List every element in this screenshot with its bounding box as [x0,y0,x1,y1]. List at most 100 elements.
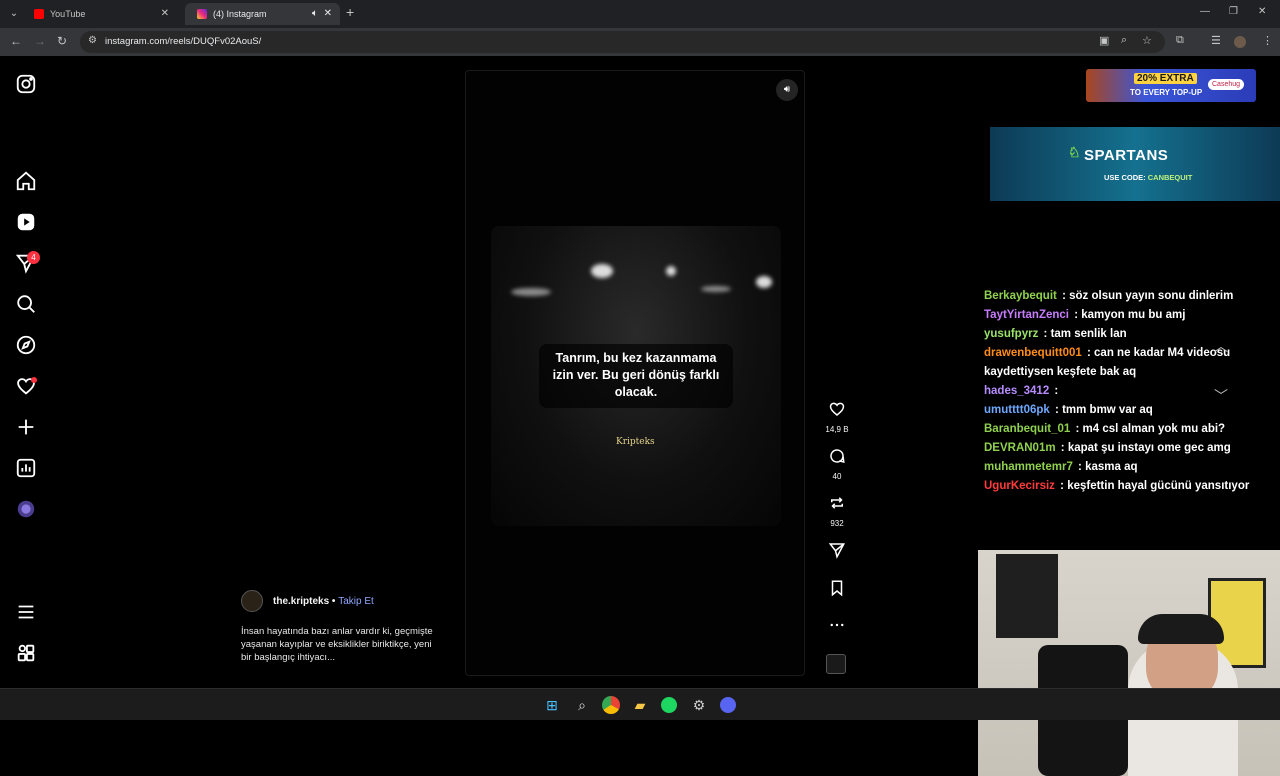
save-button[interactable] [822,579,852,602]
chat-text: m4 csl alman yok mu abi? [1082,423,1226,435]
zoom-icon[interactable]: ⌕ [1121,34,1127,47]
tab-search-button[interactable]: ⌄ [6,6,22,22]
reload-button[interactable]: ↻ [57,34,67,48]
file-explorer-icon[interactable]: ▰ [631,696,649,714]
create-plus-icon[interactable] [15,416,37,438]
explore-icon[interactable] [15,334,37,356]
chat-text: söz olsun yayın sonu dinlerim [1069,290,1234,302]
like-count: 14,9 B [825,425,849,434]
street-light [701,286,731,292]
scroll-up-icon[interactable]: ︿ [1214,336,1228,356]
chat-username[interactable]: Berkaybequit [984,290,1057,302]
audio-track-thumbnail[interactable] [826,654,846,674]
messages-badge: 4 [27,251,40,264]
author-avatar[interactable] [241,590,263,612]
chrome-icon[interactable] [602,696,620,714]
repost-count: 932 [830,519,844,528]
chat-separator: : [1074,309,1079,321]
share-button[interactable] [822,541,852,564]
send-icon [828,543,845,559]
ad-subline: TO EVERY TOP-UP [1130,88,1203,97]
video-watermark: Kripteks [616,437,655,447]
bookmark-star-icon[interactable]: ☆ [1142,34,1152,47]
scroll-down-icon[interactable]: ﹀ [1214,386,1228,406]
dashboard-icon[interactable] [15,457,37,479]
chat-username[interactable]: TaytYirtanZenci [984,309,1069,321]
instagram-logo-icon[interactable] [15,73,37,95]
webcam-poster [996,554,1058,638]
chat-text: kapat şu instayı ome gec amg [1067,442,1231,454]
sponsor-code-value: CANBEQUIT [1147,173,1193,182]
new-tab-button[interactable]: + [346,4,354,20]
reels-icon[interactable] [15,211,37,233]
windows-taskbar: ⊞ ⌕ ▰ ⚙︎ [0,688,1280,720]
toolbar: ← → ↻ ⚙︎ instagram.com/reels/DUQFv02AouS… [0,28,1280,56]
chat-message: DEVRAN01m : kapat şu instayı ome gec amg [984,439,1264,458]
forward-button[interactable]: → [34,34,46,48]
chat-message: Baranbequit_01 : m4 csl alman yok mu abi… [984,420,1264,439]
profile-avatar[interactable] [1234,36,1246,48]
minimize-button[interactable]: — [1200,6,1210,17]
chat-username[interactable]: UgurKecirsiz [984,480,1055,492]
street-light [756,276,772,288]
audio-toggle-button[interactable]: 🔊︎ [776,79,798,101]
tab-title: (4) Instagram [213,9,267,19]
chat-separator: : [1075,423,1080,435]
chat-separator: : [1062,290,1066,302]
comment-icon [830,449,845,463]
chat-username[interactable]: muhammetemr7 [984,461,1073,473]
profile-avatar-icon[interactable] [15,498,37,520]
instagram-page: 4 Tanrım, bu kez kazanmama izin ver. Bu … [0,56,1280,776]
kebab-menu-icon[interactable]: ⋮ [1262,34,1273,47]
more-menu-icon[interactable] [15,601,37,623]
more-options-button[interactable] [822,616,852,639]
chat-username[interactable]: umutttt06pk [984,404,1050,416]
webcam-overlay [978,550,1280,776]
tab-instagram[interactable]: (4) Instagram ✕ 🔈︎ [185,3,340,25]
close-tab-icon[interactable]: ✕ [324,3,332,25]
comment-count: 40 [832,472,842,481]
comment-button[interactable]: 40 [822,447,852,481]
site-info-icon[interactable]: ⚙︎ [88,35,97,46]
steam-icon[interactable]: ⚙︎ [690,696,708,714]
chat-text: keşfettin hayal gücünü yansıtıyor [1067,480,1250,492]
speaker-icon[interactable]: 🔈︎ [312,3,318,25]
chat-text: kasma aq [1085,461,1138,473]
chat-text: tmm bmw var aq [1062,404,1153,416]
close-window-button[interactable]: ✕ [1258,6,1266,17]
close-tab-icon[interactable]: ✕ [161,3,169,25]
chat-username[interactable]: hades_3412 [984,385,1049,397]
address-bar[interactable]: ⚙︎ instagram.com/reels/DUQFv02AouS/ [80,31,1165,53]
search-icon[interactable]: ⌕ [573,696,591,714]
chat-username[interactable]: drawenbequitt001 [984,347,1082,359]
like-button[interactable]: 14,9 B [822,400,852,434]
search-icon[interactable] [15,293,37,315]
chat-username[interactable]: Baranbequit_01 [984,423,1070,435]
discord-icon[interactable] [720,697,736,713]
chat-separator: : [1054,385,1059,397]
chat-separator: : [1078,461,1082,473]
tab-groups-icon[interactable]: ☰ [1211,34,1221,47]
ad-headline: 20% EXTRA [1134,73,1197,84]
also-from-meta-icon[interactable] [15,642,37,664]
chat-separator: : [1060,480,1064,492]
back-button[interactable]: ← [10,34,22,48]
author-username[interactable]: the.kripteks [273,596,329,607]
home-icon[interactable] [15,170,37,192]
chat-separator: : [1055,404,1059,416]
reel-description[interactable]: İnsan hayatında bazı anlar vardır ki, ge… [241,625,436,664]
spotify-icon[interactable] [661,697,677,713]
repost-button[interactable]: 932 [822,494,852,528]
follow-button[interactable]: Takip Et [338,596,374,607]
sponsor-banner-casehug: 20% EXTRA TO EVERY TOP-UP Casehug [1086,69,1256,102]
reel-video[interactable]: Tanrım, bu kez kazanmama izin ver. Bu ge… [465,70,805,676]
chat-username[interactable]: yusufpyrz [984,328,1038,340]
chat-separator: : [1060,442,1065,454]
video-caption: Tanrım, bu kez kazanmama izin ver. Bu ge… [539,344,733,408]
extensions-icon[interactable]: ⧉ [1176,34,1184,47]
maximize-button[interactable]: ❐ [1229,6,1238,17]
tab-youtube[interactable]: YouTube ✕ [22,3,177,25]
cast-icon[interactable]: ▣ [1099,34,1109,47]
start-button-icon[interactable]: ⊞ [543,696,561,714]
chat-username[interactable]: DEVRAN01m [984,442,1056,454]
